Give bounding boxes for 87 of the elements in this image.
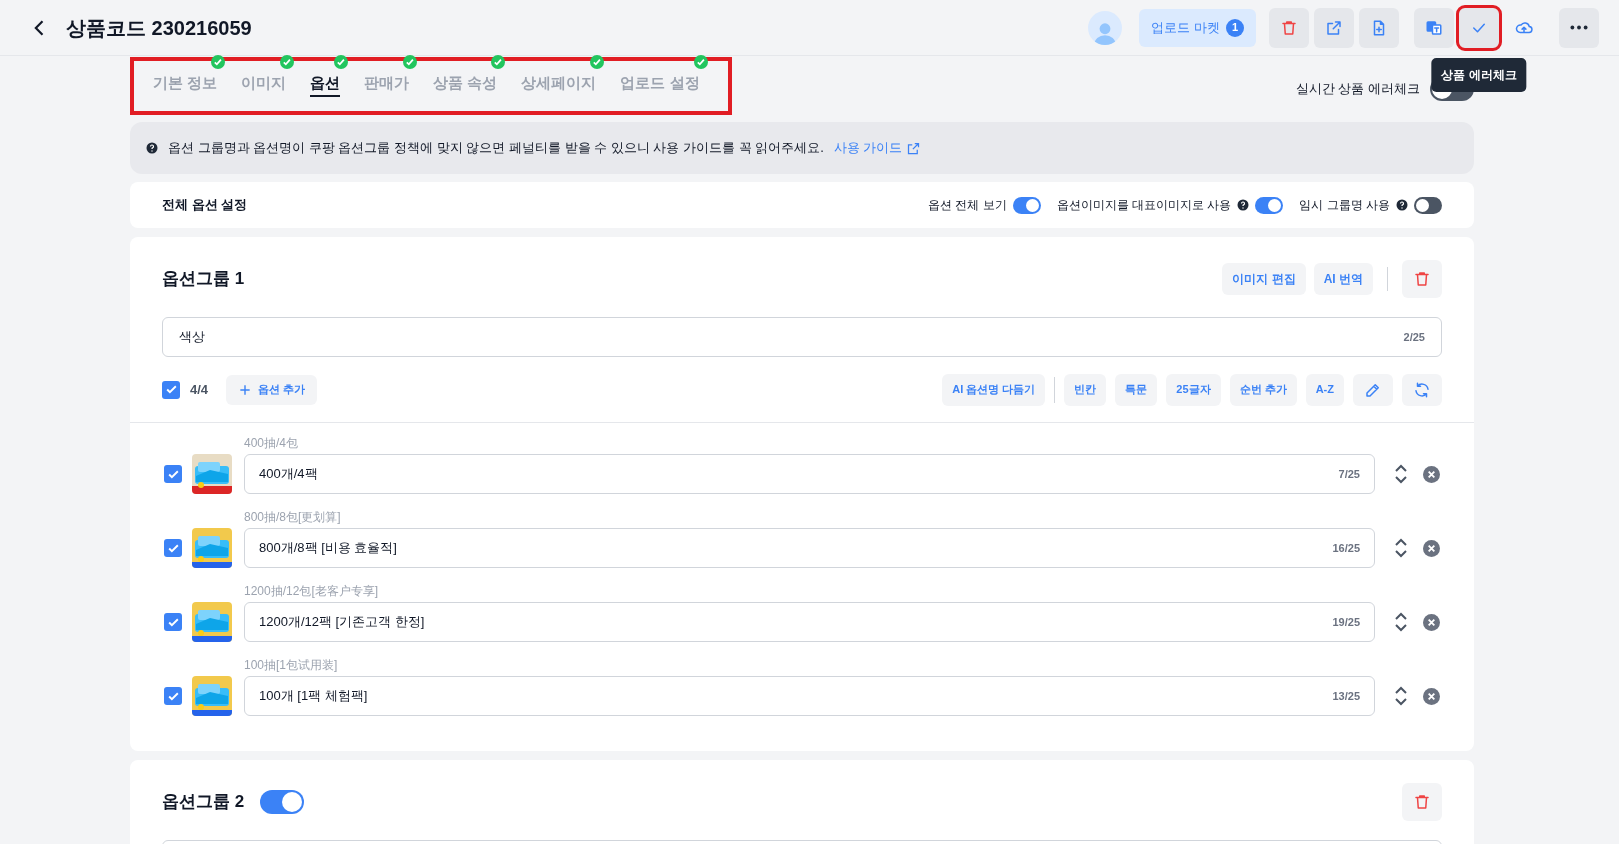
checkbox[interactable]: [164, 465, 182, 483]
toolbar-button[interactable]: [1269, 7, 1309, 48]
settings-title: 전체 옵션 설정: [162, 196, 248, 215]
toolbar-button[interactable]: [1414, 7, 1454, 48]
tab[interactable]: 판매가: [364, 71, 410, 97]
char-counter: 2/25: [1403, 329, 1425, 345]
tool-button[interactable]: 빈칸: [1064, 373, 1107, 406]
action-button[interactable]: 이미지 편집: [1222, 263, 1306, 295]
page-title: 상품코드 230216059: [66, 15, 252, 41]
char-counter: 13/25: [1332, 688, 1360, 704]
toggle-label: 옵션이미지를 대표이미지로 사용: [1056, 197, 1232, 214]
tool-button[interactable]: A-Z: [1305, 373, 1344, 406]
remove-icon: [1423, 539, 1440, 557]
trash-icon: [1413, 270, 1431, 288]
add-option-button[interactable]: 옵션 추가: [226, 374, 318, 405]
tool-button[interactable]: 특문: [1115, 373, 1158, 406]
group-title: 옵션그룹 1: [162, 268, 245, 291]
plus-icon: [238, 382, 253, 397]
checkbox[interactable]: [164, 539, 182, 557]
toolbar-button[interactable]: [1314, 7, 1354, 48]
group-name-field[interactable]: 색상 2/25: [162, 317, 1442, 357]
notice-text: 옵션 그룹명과 옵션명이 쿠팡 옵션그룹 정책에 맞지 않으면 페널티를 받을 수 있으니 사용 가이드를 꼭 읽어주세요.: [168, 139, 824, 158]
tab[interactable]: 상품 속성: [433, 71, 498, 97]
toggle-label: 옵션 전체 보기: [928, 197, 1007, 214]
remove-icon: [1423, 465, 1440, 483]
tab[interactable]: 상세페이지: [521, 71, 597, 97]
original-option-name: 400抽/4包: [244, 435, 300, 452]
delete-group-button[interactable]: [1402, 260, 1442, 298]
group-title: 옵션그룹 2: [162, 791, 245, 814]
guide-link[interactable]: 사용 가이드: [833, 138, 922, 158]
trash-icon: [1413, 793, 1431, 811]
action-button[interactable]: AI 번역: [1313, 263, 1373, 295]
original-option-name: 800抽/8包[更划算]: [244, 509, 342, 526]
upload-market-button[interactable]: 업로드 마켓 1: [1139, 8, 1256, 47]
option-name-field[interactable]: 100개 [1팩 체험팩] 13/25: [244, 676, 1375, 716]
help-icon: [146, 142, 158, 154]
external-link-icon: [906, 140, 922, 156]
translate-icon: [1425, 18, 1443, 37]
tab[interactable]: 업로드 설정: [620, 71, 700, 97]
option-name-field[interactable]: 400개/4팩 7/25: [244, 454, 1375, 494]
tooltip: 상품 에러체크: [1431, 57, 1527, 92]
char-counter: 19/25: [1332, 614, 1360, 630]
remove-icon: [1423, 687, 1440, 705]
realtime-check-label: 실시간 상품 에러체크: [1295, 80, 1420, 99]
checkbox[interactable]: [164, 613, 182, 631]
char-counter: 16/25: [1332, 540, 1360, 556]
reorder-icon: [1393, 538, 1409, 558]
option-name-field[interactable]: 1200개/12팩 [기존고객 한정] 19/25: [244, 602, 1375, 642]
count-badge: 1: [1226, 18, 1244, 37]
tool-button[interactable]: [1353, 373, 1393, 406]
toggle-label: 임시 그룹명 사용: [1299, 197, 1390, 214]
toggle-switch[interactable]: [1012, 196, 1041, 214]
checkbox[interactable]: [164, 687, 182, 705]
more-icon: [1570, 25, 1588, 30]
toggle-switch[interactable]: [1255, 196, 1284, 214]
trash-icon: [1280, 18, 1298, 37]
checkmark-icon: [164, 383, 178, 396]
external-link-icon: [1325, 18, 1343, 37]
refresh-icon: [1413, 380, 1431, 399]
field-value: 색상: [179, 328, 205, 347]
original-option-name: 1200抽/12包[老客户专享]: [244, 583, 380, 600]
checkbox[interactable]: [162, 380, 180, 399]
selected-count: 4/4: [190, 380, 209, 399]
tool-button[interactable]: 순번 추가: [1229, 373, 1297, 406]
toggle-switch[interactable]: [260, 790, 305, 814]
tool-button[interactable]: [1402, 373, 1442, 406]
tab[interactable]: 이미지: [241, 71, 287, 97]
field-value: 100개 [1팩 체험팩]: [259, 687, 368, 706]
field-value: 1200개/12팩 [기존고객 한정]: [259, 613, 425, 632]
field-value: 800개/8팩 [비용 효율적]: [259, 539, 397, 558]
toolbar-button[interactable]: [1559, 7, 1599, 48]
remove-icon: [1423, 613, 1440, 631]
tab[interactable]: 옵션: [310, 71, 341, 97]
toolbar-button[interactable]: [1359, 7, 1399, 48]
toolbar-button[interactable]: [1459, 7, 1499, 48]
option-name-field[interactable]: 800개/8팩 [비용 효율적] 16/25: [244, 528, 1375, 568]
field-value: 400개/4팩: [259, 465, 318, 484]
tool-button[interactable]: 25글자: [1166, 373, 1221, 406]
reorder-icon: [1393, 464, 1409, 484]
reorder-icon: [1393, 612, 1409, 632]
delete-group-button[interactable]: [1402, 783, 1442, 821]
tool-button[interactable]: AI 옵션명 다듬기: [942, 373, 1046, 406]
toggle-switch[interactable]: [1414, 196, 1442, 214]
tab[interactable]: 기본 정보: [153, 71, 218, 97]
reorder-icon: [1393, 686, 1409, 706]
original-option-name: 100抽[1包试用装]: [244, 657, 339, 674]
char-counter: 7/25: [1338, 466, 1360, 482]
